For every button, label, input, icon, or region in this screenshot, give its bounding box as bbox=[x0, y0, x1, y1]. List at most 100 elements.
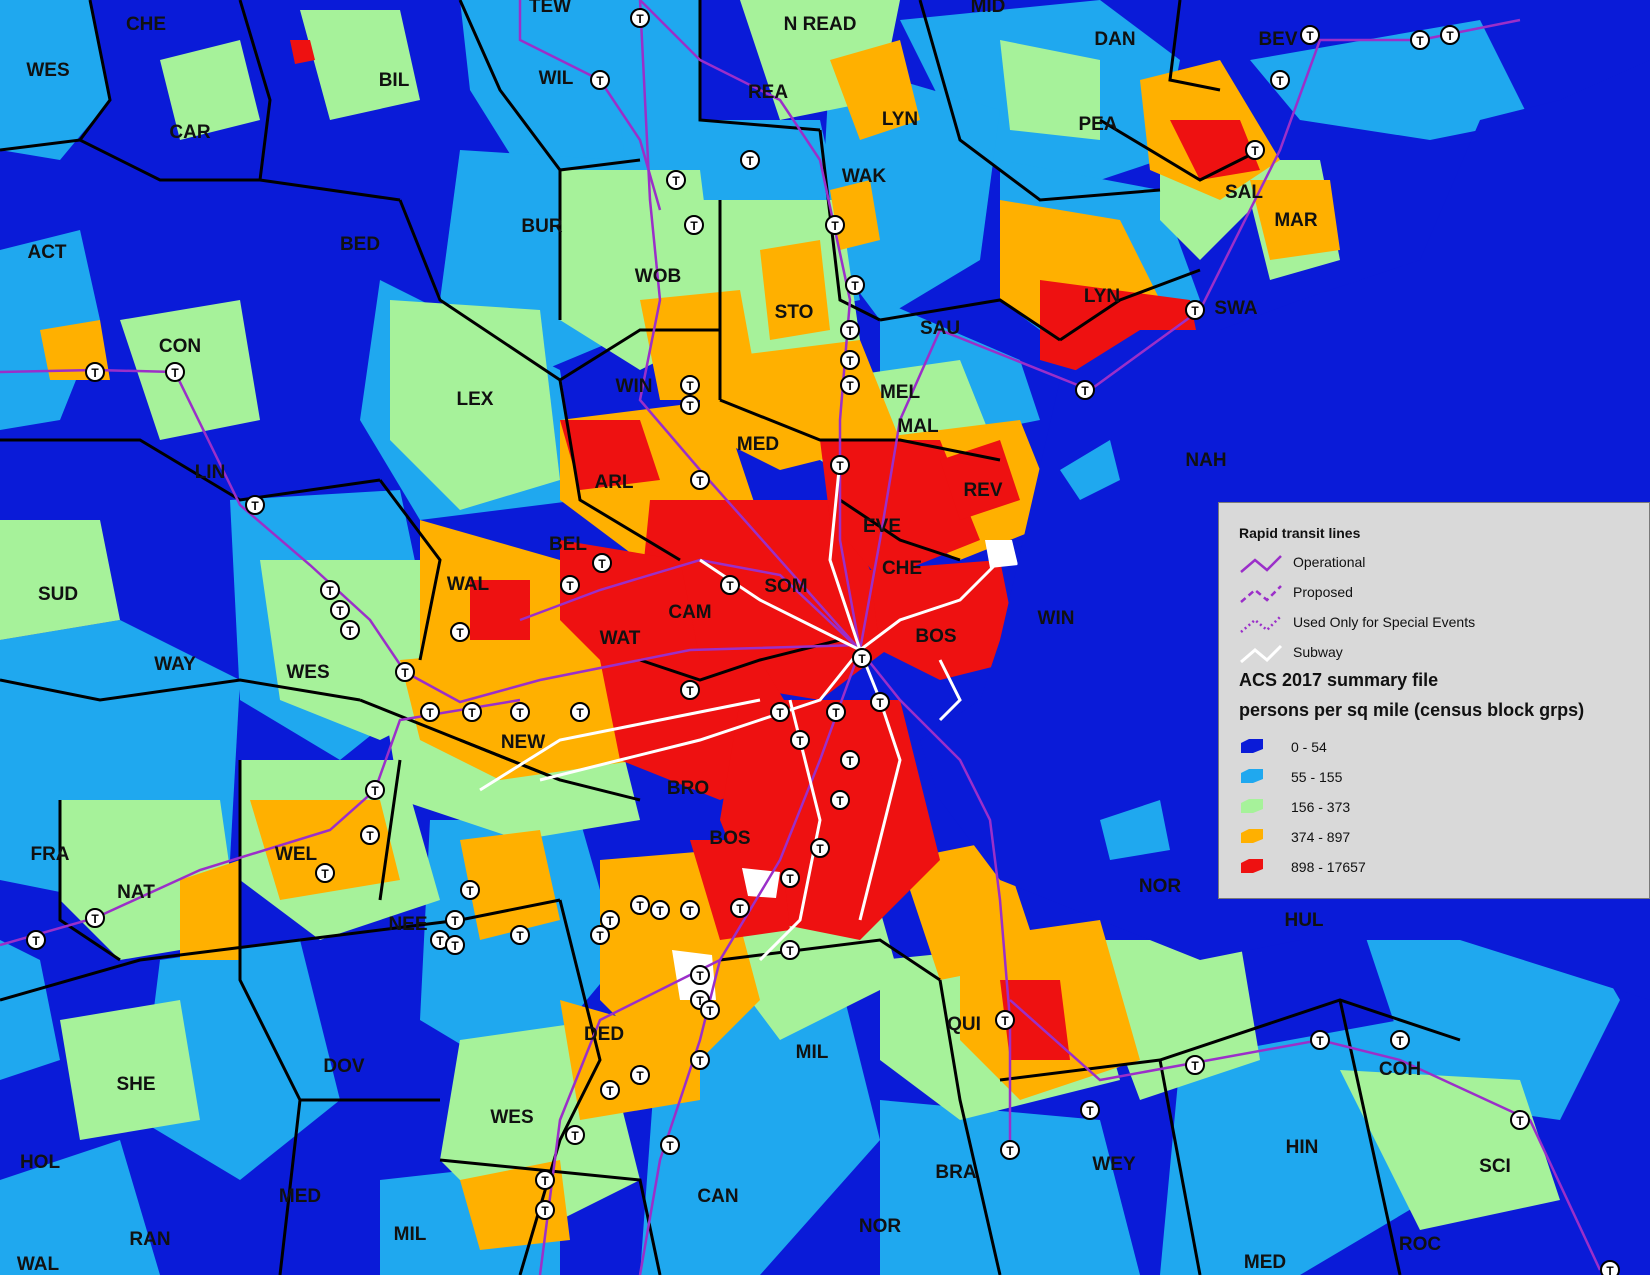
town-label: LIN bbox=[195, 462, 226, 483]
svg-text:T: T bbox=[786, 944, 794, 958]
transit-station-icon: T bbox=[590, 70, 610, 90]
legend-swatch-3 bbox=[1239, 827, 1265, 845]
svg-text:T: T bbox=[686, 684, 694, 698]
density-block-374-897 bbox=[760, 240, 830, 340]
svg-text:T: T bbox=[466, 884, 474, 898]
town-label: WAL bbox=[17, 1254, 60, 1275]
transit-station-icon: T bbox=[395, 662, 415, 682]
svg-text:T: T bbox=[571, 1129, 579, 1143]
transit-station-icon: T bbox=[780, 940, 800, 960]
town-label: WES bbox=[26, 60, 69, 81]
town-label: MED bbox=[279, 1186, 321, 1207]
town-label: SOM bbox=[764, 576, 807, 597]
transit-station-icon: T bbox=[1000, 1140, 1020, 1160]
transit-station-icon: T bbox=[1600, 1260, 1620, 1275]
town-label: DAN bbox=[1094, 29, 1135, 50]
transit-station-icon: T bbox=[590, 925, 610, 945]
town-label: MED bbox=[1244, 1252, 1286, 1273]
svg-text:T: T bbox=[541, 1204, 549, 1218]
town-label: WIL bbox=[539, 68, 574, 89]
svg-text:T: T bbox=[336, 604, 344, 618]
town-label: WES bbox=[490, 1107, 533, 1128]
town-label: BRO bbox=[667, 778, 709, 799]
town-label: SHE bbox=[116, 1074, 155, 1095]
transit-station-icon: T bbox=[630, 1065, 650, 1085]
transit-station-icon: T bbox=[565, 1125, 585, 1145]
svg-text:T: T bbox=[1081, 384, 1089, 398]
town-label: MIL bbox=[394, 1224, 427, 1245]
transit-station-icon: T bbox=[830, 455, 850, 475]
svg-text:T: T bbox=[666, 1139, 674, 1153]
svg-text:T: T bbox=[171, 366, 179, 380]
transit-station-icon: T bbox=[592, 553, 612, 573]
town-label: STO bbox=[775, 302, 814, 323]
transit-station-icon: T bbox=[560, 575, 580, 595]
legend-class-label: 156 - 373 bbox=[1291, 799, 1351, 815]
town-label: WEL bbox=[275, 844, 318, 865]
town-label: LYN bbox=[1084, 286, 1120, 307]
legend-line-label: Used Only for Special Events bbox=[1293, 614, 1476, 630]
map-legend: Rapid transit lines Operational Proposed… bbox=[1218, 502, 1650, 899]
svg-text:T: T bbox=[1251, 144, 1259, 158]
transit-station-icon: T bbox=[1300, 25, 1320, 45]
town-label: WIN bbox=[616, 376, 653, 397]
svg-text:T: T bbox=[876, 696, 884, 710]
transit-station-icon: T bbox=[780, 868, 800, 888]
svg-text:T: T bbox=[456, 626, 464, 640]
town-label: ARL bbox=[594, 472, 633, 493]
transit-station-icon: T bbox=[445, 910, 465, 930]
svg-text:T: T bbox=[596, 929, 604, 943]
town-label: CON bbox=[159, 336, 201, 357]
transit-station-icon: T bbox=[510, 925, 530, 945]
town-label: BOS bbox=[709, 828, 750, 849]
legend-heading-1: ACS 2017 summary file bbox=[1239, 670, 1439, 690]
transit-station-icon: T bbox=[535, 1170, 555, 1190]
town-label: BRA bbox=[935, 1162, 976, 1183]
transit-station-icon: T bbox=[1390, 1030, 1410, 1050]
transit-station-icon: T bbox=[510, 702, 530, 722]
transit-station-icon: T bbox=[460, 880, 480, 900]
svg-text:T: T bbox=[846, 754, 854, 768]
svg-text:T: T bbox=[746, 154, 754, 168]
transit-station-icon: T bbox=[690, 1050, 710, 1070]
transit-station-icon: T bbox=[535, 1200, 555, 1220]
town-label: HOL bbox=[20, 1152, 61, 1173]
transit-station-icon: T bbox=[340, 620, 360, 640]
transit-station-icon: T bbox=[365, 780, 385, 800]
svg-text:T: T bbox=[696, 474, 704, 488]
transit-station-icon: T bbox=[1080, 1100, 1100, 1120]
transit-station-icon: T bbox=[720, 575, 740, 595]
transit-station-icon: T bbox=[245, 495, 265, 515]
town-label: ACT bbox=[27, 242, 66, 263]
transit-station-icon: T bbox=[840, 350, 860, 370]
svg-text:T: T bbox=[686, 399, 694, 413]
town-label: WES bbox=[286, 662, 329, 683]
transit-station-icon: T bbox=[740, 150, 760, 170]
svg-text:T: T bbox=[516, 706, 524, 720]
svg-text:T: T bbox=[706, 1004, 714, 1018]
svg-text:T: T bbox=[786, 872, 794, 886]
transit-station-icon: T bbox=[1245, 140, 1265, 160]
svg-text:T: T bbox=[91, 366, 99, 380]
town-label: COH bbox=[1379, 1059, 1421, 1080]
legend-line-label: Subway bbox=[1293, 644, 1343, 660]
transit-station-icon: T bbox=[360, 825, 380, 845]
transit-station-icon: T bbox=[826, 702, 846, 722]
svg-text:T: T bbox=[326, 584, 334, 598]
transit-station-icon: T bbox=[1410, 30, 1430, 50]
svg-text:T: T bbox=[846, 354, 854, 368]
svg-text:T: T bbox=[726, 579, 734, 593]
legend-class-label: 0 - 54 bbox=[1291, 739, 1327, 755]
legend-swatch-2 bbox=[1239, 797, 1265, 815]
svg-text:T: T bbox=[851, 279, 859, 293]
legend-class-label: 898 - 17657 bbox=[1291, 859, 1366, 875]
town-label: MAR bbox=[1274, 210, 1318, 231]
town-label: HUL bbox=[1284, 910, 1323, 931]
town-label: LYN bbox=[882, 109, 918, 130]
svg-text:T: T bbox=[451, 939, 459, 953]
town-label: CAM bbox=[668, 602, 711, 623]
town-label: HU bbox=[0, 0, 14, 5]
subway-line-icon bbox=[1240, 644, 1283, 664]
transit-station-icon: T bbox=[320, 580, 340, 600]
svg-text:T: T bbox=[690, 219, 698, 233]
